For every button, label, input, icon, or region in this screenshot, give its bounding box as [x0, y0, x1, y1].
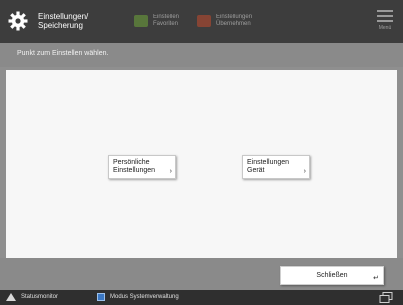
main-panel: Persönliche Einstellungen › Einstellunge…	[6, 70, 397, 258]
status-monitor-icon	[6, 293, 16, 301]
menu-label: Menü	[378, 25, 392, 31]
menu-icon-bar	[377, 15, 393, 17]
device-settings-button[interactable]: Einstellungen Gerät ›	[242, 155, 310, 179]
status-bar: Statusmonitor Modus Systemverwaltung	[0, 290, 403, 305]
personal-settings-line1: Persönliche	[113, 159, 150, 166]
personal-settings-button[interactable]: Persönliche Einstellungen ›	[108, 155, 176, 179]
favorites-icon	[134, 15, 148, 27]
copy-icon[interactable]	[379, 292, 393, 303]
system-admin-mode-button[interactable]: Modus Systemverwaltung	[97, 293, 179, 301]
device-settings-line2: Gerät	[247, 167, 265, 174]
return-icon: ↵	[373, 275, 379, 282]
device-settings-line1: Einstellungen	[247, 159, 290, 166]
close-button[interactable]: Schließen ↵	[280, 266, 384, 285]
page-title: Einstellungen/ Speicherung	[38, 12, 128, 30]
page-title-line1: Einstellungen/	[38, 12, 89, 21]
tab-apply-line2: Übernehmen	[216, 21, 251, 27]
instruction-text: Punkt zum Einstellen wählen.	[0, 43, 403, 67]
menu-icon-bar	[377, 10, 393, 12]
menu-button[interactable]: Menü	[377, 10, 393, 34]
system-admin-mode-label: Modus Systemverwaltung	[110, 294, 179, 300]
tab-favorites-line2: Favoriten	[153, 21, 179, 27]
menu-icon-bar	[377, 20, 393, 22]
tab-apply-settings[interactable]: Einstellungen Übernehmen	[197, 14, 260, 28]
page-title-line2: Speicherung	[38, 21, 83, 30]
top-bar: Einstellungen/ Speicherung Einstellen Fa…	[0, 0, 403, 43]
personal-settings-line2: Einstellungen	[113, 167, 156, 174]
admin-icon	[97, 293, 105, 301]
status-monitor-label: Statusmonitor	[21, 294, 59, 300]
status-monitor-button[interactable]: Statusmonitor	[6, 293, 58, 301]
chevron-right-icon: ›	[303, 168, 306, 175]
close-button-label: Schließen	[316, 272, 348, 279]
tab-apply-line1: Einstellungen	[216, 14, 253, 20]
gear-icon	[8, 11, 28, 31]
screen: Einstellungen/ Speicherung Einstellen Fa…	[0, 0, 403, 305]
chevron-right-icon: ›	[169, 168, 172, 175]
tab-favorites-line1: Einstellen	[153, 14, 180, 20]
tab-favorites[interactable]: Einstellen Favoriten	[134, 14, 197, 28]
apply-settings-icon	[197, 15, 211, 27]
